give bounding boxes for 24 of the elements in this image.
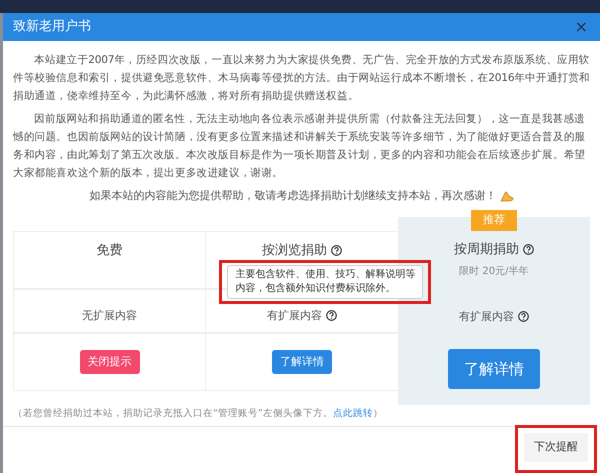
details-button[interactable]: 关闭提示 [80,350,140,374]
tooltip: 主要包含软件、使用、技巧、解释说明等内容，包含额外知识付费标识除外。 [227,265,424,299]
paragraph: 本站建立于2007年，历经四次改版，一直以来努力为大家提供免费、无广告、完全开放的方式发布原版系统、应用软件等校验信息和索引，提供避免恶意软件、木马病毒等侵扰的方法。由于网站运行成本不断增长，在2016年中开通打赏和捐助通道，侥幸维持至今，为此满怀感激，将对所有捐助提供赠送权益。 [13,53,590,104]
details-button[interactable]: 了解详情 [272,350,332,374]
help-icon[interactable] [326,310,337,322]
help-icon[interactable] [330,245,342,256]
remind-later-button[interactable]: 下次提醒 [524,433,588,462]
close-button[interactable]: × [572,19,590,35]
footnote: （若您曾经捐助过本站，捐助记录充抵入口在“管理账号”左侧头像下方。点此跳转） [13,407,384,421]
plan-price: 限时 20元/半年 [459,264,528,278]
recommended-badge: 推荐 [470,210,517,230]
details-button[interactable]: 了解详情 [448,348,540,390]
feature-text: 有扩展内容 [458,308,514,324]
paragraph: 因前版网站和捐助通道的匿名性，无法主动地向各位表示感谢并提供所需（付款备注无法回复），这一直是我甚感遗憾的问题。也因前版网站的设计简陋，没有更多位置来描述和讲解关于系统安装等许多细节，为了能做好更适合普及的服务和内容，由此筹划了第五次改版。本次改版目标是作为一项长期普及计划，更多的内容和功能会在后续逐步扩展。希望大家都能喜欢这个新的版本，提出更多改进建议，谢谢。 [13,112,586,181]
plan-name: 免费 [96,242,123,260]
help-icon[interactable] [518,311,529,322]
appeal-text: 如果本站的内容能为您提供帮助，敬请考虑选择捐助计划继续支持本站，再次感谢！ [90,188,496,204]
plan-name: 按周期捐助 [454,241,519,259]
plan-name: 按浏览捐助 [262,242,327,260]
dialog-title: 致新老用户书 [13,18,91,36]
jump-link[interactable]: 点此跳转 [332,408,373,419]
help-icon[interactable] [522,244,534,256]
feature-text: 有扩展内容 [266,308,322,324]
feature-text: 无扩展内容 [82,308,138,324]
